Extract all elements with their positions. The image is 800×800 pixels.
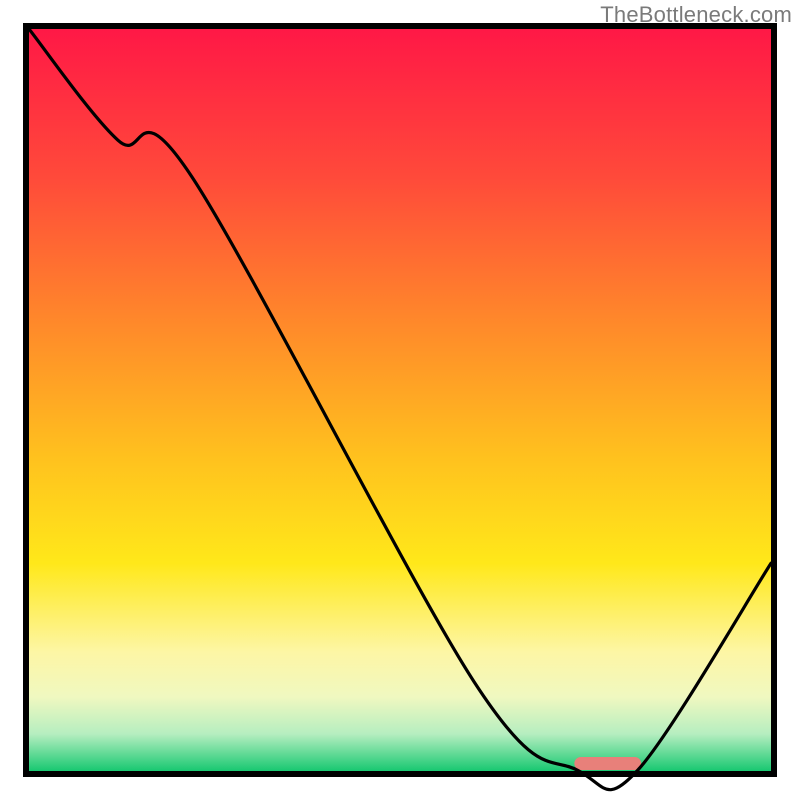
watermark-text: TheBottleneck.com	[600, 2, 792, 28]
bottleneck-chart	[0, 0, 800, 800]
bottleneck-marker	[574, 757, 641, 770]
chart-container: TheBottleneck.com	[0, 0, 800, 800]
chart-background	[29, 29, 771, 771]
